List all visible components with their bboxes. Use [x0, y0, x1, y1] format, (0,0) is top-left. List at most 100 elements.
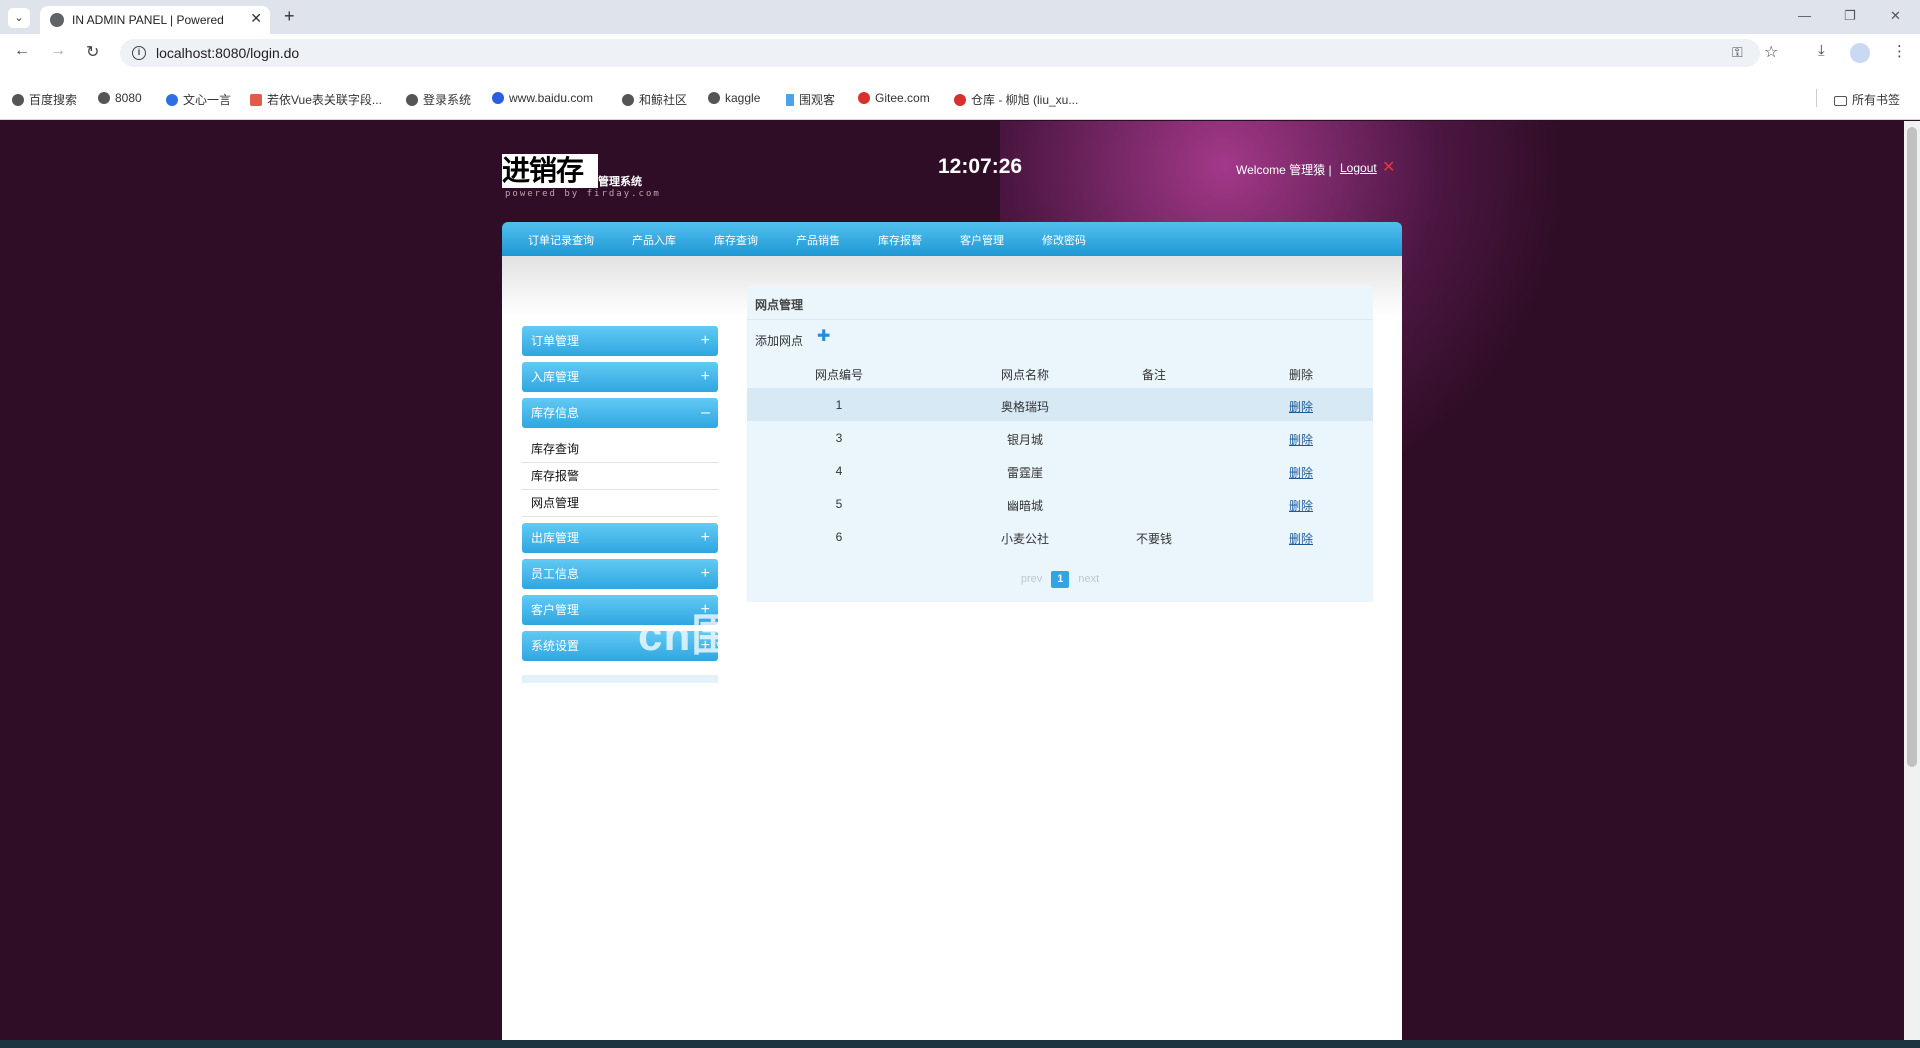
delete-link[interactable]: 删除: [1201, 530, 1401, 547]
reload-icon[interactable]: ↻: [86, 42, 99, 62]
next-page-link[interactable]: next: [1078, 573, 1099, 585]
nav-product-sales[interactable]: 产品销售: [796, 232, 840, 248]
logout-x-icon[interactable]: ✕: [1382, 157, 1395, 177]
window-close-icon[interactable]: ✕: [1890, 8, 1901, 24]
divider: [747, 319, 1373, 320]
cell-name: 小麦公社: [1000, 532, 1049, 546]
sidebar-item-outlet-management[interactable]: 网点管理: [522, 490, 718, 517]
cell-name: 雷霆崖: [1006, 466, 1043, 480]
welcome-text: Welcome 管理猿 |: [1236, 163, 1332, 177]
sidebar-section-orders[interactable]: 订单管理 +: [522, 326, 718, 356]
prev-page-link[interactable]: prev: [1021, 573, 1042, 585]
nav-order-records[interactable]: 订单记录查询: [528, 232, 594, 248]
plus-icon[interactable]: +: [701, 523, 710, 553]
delete-link[interactable]: 删除: [1201, 431, 1401, 448]
delete-link-text[interactable]: 删除: [1289, 532, 1313, 546]
sidebar-section-staff[interactable]: 员工信息 +: [522, 559, 718, 589]
back-icon[interactable]: ←: [14, 42, 30, 60]
download-icon[interactable]: ⤓: [1818, 42, 1825, 59]
bookmark-label: 登录系统: [423, 93, 472, 107]
url-text[interactable]: localhost:8080/login.do: [156, 45, 299, 61]
sidebar-section-inventory[interactable]: 库存信息 –: [522, 398, 718, 428]
bookmark-label: kaggle: [725, 91, 761, 105]
sidebar-section-label: 员工信息: [531, 567, 580, 581]
bookmark[interactable]: kaggle: [708, 91, 760, 105]
star-icon[interactable]: ☆: [1764, 42, 1778, 62]
plus-icon[interactable]: +: [701, 559, 710, 589]
column-header: 删除: [1288, 368, 1313, 382]
table-row: 3 银月城 删除: [747, 421, 1373, 454]
sidebar-section-label: 系统设置: [531, 639, 580, 653]
column-header: 备注: [1141, 368, 1166, 382]
globe-icon: [50, 13, 64, 27]
plus-icon[interactable]: +: [701, 362, 710, 392]
sidebar-item-inventory-query[interactable]: 库存查询: [522, 436, 718, 463]
delete-link[interactable]: 删除: [1201, 497, 1401, 514]
add-outlet-label: 添加网点: [755, 334, 804, 348]
bookmark[interactable]: 百度搜索: [12, 91, 77, 108]
menu-icon[interactable]: ⋮: [1892, 42, 1907, 60]
delete-link-text[interactable]: 删除: [1289, 466, 1313, 480]
bookmark[interactable]: 若依Vue表关联字段...: [250, 91, 382, 108]
sidebar-item-inventory-alarm[interactable]: 库存报警: [522, 463, 718, 490]
bookmark-label: www.baidu.com: [509, 91, 594, 105]
page-title: 网点管理: [755, 298, 804, 312]
page-scrollbar[interactable]: [1904, 121, 1920, 1040]
globe-icon: [708, 92, 720, 104]
bookmark[interactable]: 8080: [98, 91, 142, 105]
key-icon[interactable]: ⚿: [1732, 44, 1743, 61]
bookmark[interactable]: www.baidu.com: [492, 91, 593, 105]
delete-link-text[interactable]: 删除: [1289, 499, 1313, 513]
bookmark-label: 文心一言: [183, 93, 232, 107]
minus-icon[interactable]: –: [701, 398, 710, 428]
cell-id: 1: [835, 398, 843, 412]
delete-link[interactable]: 删除: [1201, 464, 1401, 481]
all-bookmarks-button[interactable]: 所有书签: [1834, 91, 1900, 108]
nav-customer-management[interactable]: 客户管理: [960, 232, 1004, 248]
logout-link[interactable]: Logout: [1340, 161, 1377, 175]
logo-subtitle: 管理系统: [598, 176, 642, 188]
bookmark[interactable]: 文心一言: [166, 91, 231, 108]
globe-icon: [622, 94, 634, 106]
bookmark[interactable]: 和鲸社区: [622, 91, 687, 108]
add-outlet-plus-icon[interactable]: ✚: [817, 326, 830, 346]
nav-inventory-query[interactable]: 库存查询: [714, 232, 758, 248]
bookmark[interactable]: 登录系统: [406, 91, 471, 108]
scrollbar-thumb[interactable]: [1907, 127, 1917, 767]
current-page[interactable]: 1: [1051, 571, 1070, 588]
minimize-icon[interactable]: —: [1798, 8, 1811, 23]
sidebar-section-inbound[interactable]: 入库管理 +: [522, 362, 718, 392]
bookmark[interactable]: Gitee.com: [858, 91, 930, 105]
bookmark[interactable]: 围观客: [786, 91, 835, 108]
sidebar-section-outbound[interactable]: 出库管理 +: [522, 523, 718, 553]
tab-title: IN ADMIN PANEL | Powered: [72, 13, 224, 27]
site-info-icon[interactable]: i: [132, 46, 146, 60]
profile-avatar[interactable]: [1850, 43, 1870, 63]
nav-change-password[interactable]: 修改密码: [1042, 232, 1086, 248]
delete-link[interactable]: 删除: [1201, 398, 1401, 415]
browser-tab[interactable]: IN ADMIN PANEL | Powered ✕: [40, 6, 270, 34]
sidebar-section-label: 库存信息: [531, 406, 580, 420]
cell-name: 银月城: [1006, 433, 1043, 447]
weiguanke-icon: [786, 94, 794, 106]
nav-product-inbound[interactable]: 产品入库: [632, 232, 676, 248]
logo-powered-by: powered by firday.com: [505, 189, 661, 199]
plus-icon[interactable]: +: [701, 326, 710, 356]
nav-inventory-alarm[interactable]: 库存报警: [878, 232, 922, 248]
sidebar-section-label: 入库管理: [531, 370, 580, 384]
clock: 12:07:26: [938, 155, 1023, 178]
page-viewport: 进销存 管理系统 powered by firday.com 12:07:26 …: [0, 121, 1904, 1040]
restore-icon[interactable]: ❐: [1844, 8, 1856, 24]
gitee-icon: [954, 94, 966, 106]
tab-search-icon[interactable]: ⌄: [8, 8, 30, 28]
bookmark[interactable]: 仓库 - 柳旭 (liu_xu...: [954, 91, 1078, 108]
address-bar[interactable]: i localhost:8080/login.do ⚿ ☆: [120, 39, 1778, 67]
delete-link-text[interactable]: 删除: [1289, 433, 1313, 447]
forward-icon[interactable]: →: [50, 42, 66, 60]
gitee-icon: [858, 92, 870, 104]
browser-toolbar: ← → ↻ i localhost:8080/login.do ⚿ ☆ ⤓ ⋮: [0, 34, 1920, 72]
new-tab-icon[interactable]: +: [284, 6, 295, 27]
close-icon[interactable]: ✕: [250, 10, 262, 27]
globe-icon: [12, 94, 24, 106]
delete-link-text[interactable]: 删除: [1289, 400, 1313, 414]
